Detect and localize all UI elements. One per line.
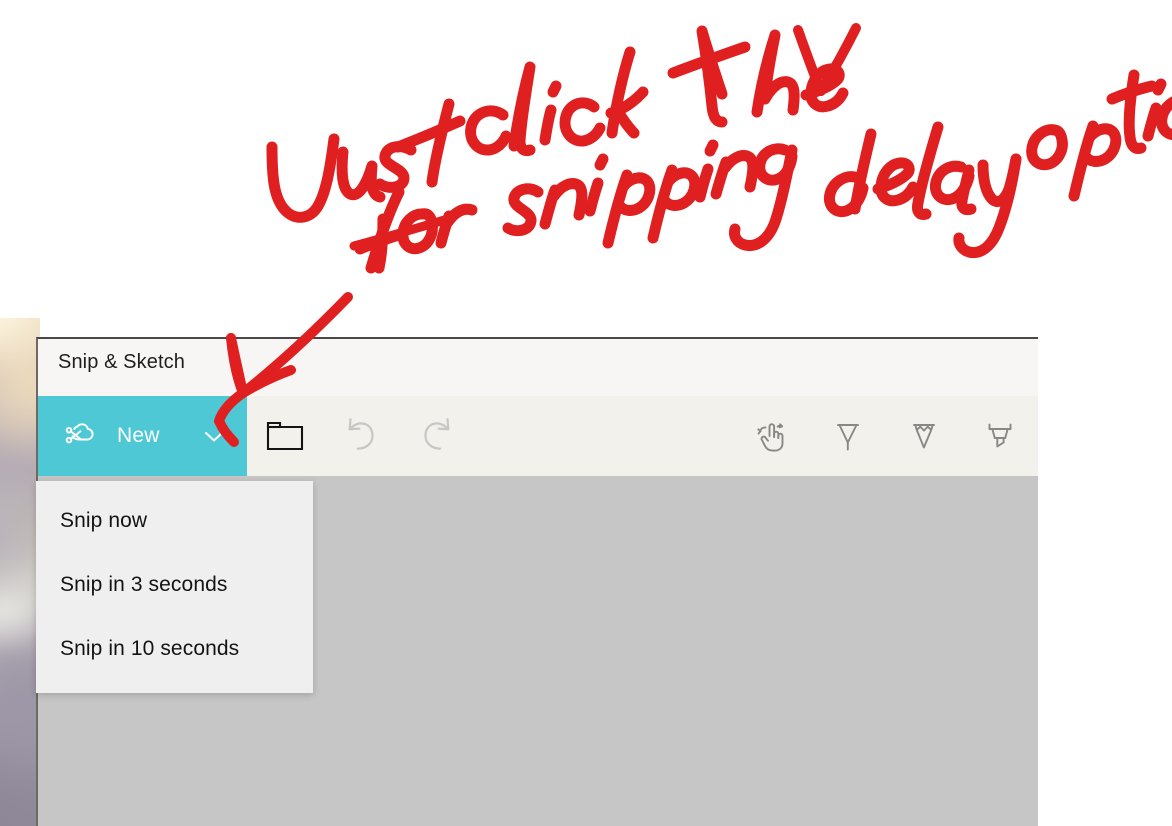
menu-item-label: Snip in 10 seconds (60, 637, 240, 660)
ballpoint-pen-button[interactable] (810, 396, 886, 476)
menu-item-snip-in-10-seconds[interactable]: Snip in 10 seconds (36, 617, 313, 681)
undo-arrow-icon (340, 415, 382, 457)
touch-writing-button[interactable] (734, 396, 810, 476)
highlighter-icon (980, 416, 1020, 456)
folder-open-icon (265, 419, 305, 453)
undo-button[interactable] (323, 396, 399, 476)
pencil-button[interactable] (886, 396, 962, 476)
wallpaper-blur-layer (0, 318, 40, 826)
new-snip-dropdown-menu: Snip now Snip in 3 seconds Snip in 10 se… (36, 481, 313, 693)
menu-item-snip-in-3-seconds[interactable]: Snip in 3 seconds (36, 553, 313, 617)
highlighter-button[interactable] (962, 396, 1038, 476)
open-file-button[interactable] (247, 396, 323, 476)
menu-item-snip-now[interactable]: Snip now (36, 489, 313, 553)
desktop-wallpaper (0, 318, 40, 826)
menu-item-label: Snip in 3 seconds (60, 573, 228, 596)
menu-item-label: Snip now (60, 509, 148, 532)
chevron-down-icon[interactable] (200, 422, 228, 450)
window-title-bar: Snip & Sketch (38, 339, 1038, 396)
pencil-icon (904, 416, 944, 456)
ballpoint-pen-icon (828, 416, 868, 456)
redo-arrow-icon (416, 415, 458, 457)
main-toolbar: New (38, 396, 1038, 477)
redo-button[interactable] (399, 396, 475, 476)
snip-scissors-cloud-icon (60, 416, 100, 456)
new-snip-button-label: New (117, 424, 160, 447)
page-title: Snip & Sketch (58, 351, 185, 373)
new-snip-button[interactable]: New (38, 396, 247, 476)
touch-writing-hand-icon (752, 416, 792, 456)
screenshot-root: Snip & Sketch New Snip now Snip in 3 sec… (0, 0, 1172, 826)
